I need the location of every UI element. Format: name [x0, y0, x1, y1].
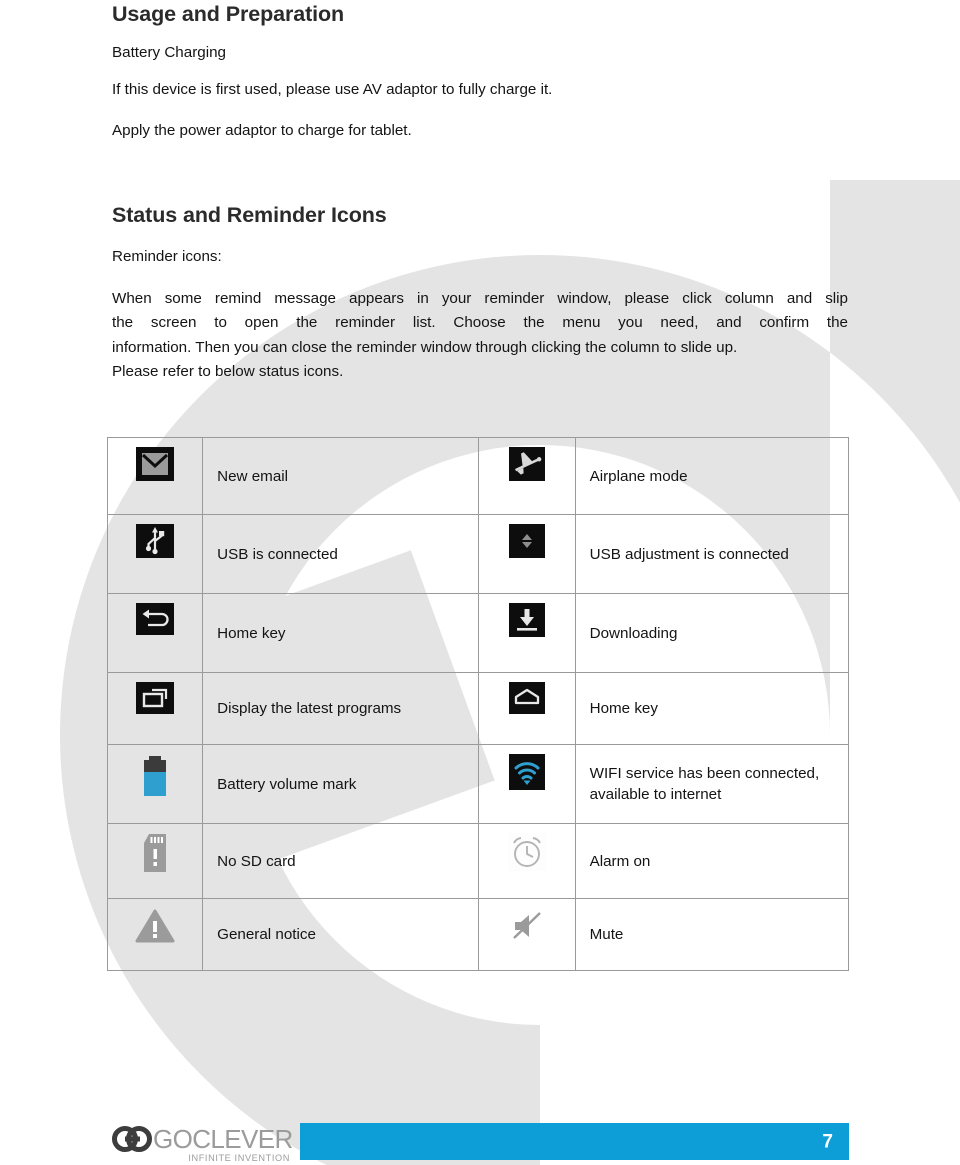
label-cell: No SD card	[202, 823, 480, 899]
icon-label: Battery volume mark	[217, 775, 357, 793]
icon-label: Display the latest programs	[217, 700, 402, 717]
icon-cell	[106, 437, 204, 515]
icon-label: General notice	[217, 926, 316, 943]
label-cell: USB adjustment is connected	[574, 514, 850, 594]
recent-apps-icon	[136, 682, 175, 714]
battery-icon	[144, 756, 167, 796]
label-cell: Display the latest programs	[202, 672, 480, 745]
table-row: Battery volume mark WIFI service has bee…	[106, 744, 850, 824]
icon-cell	[478, 672, 576, 745]
download-icon	[509, 603, 546, 637]
icon-cell	[478, 593, 576, 673]
email-icon	[136, 447, 175, 481]
icon-cell	[478, 437, 576, 515]
status-icons-table: New email Airplane mode USB is connected…	[106, 437, 850, 971]
label-cell: Home key	[202, 593, 480, 673]
icon-label: Airplane mode	[589, 467, 688, 485]
icon-cell	[478, 898, 576, 971]
paragraph-av-adaptor: If this device is first used, please use…	[112, 81, 553, 98]
icon-cell	[106, 672, 204, 745]
no-sd-card-icon	[144, 834, 167, 872]
icon-cell	[106, 514, 204, 594]
icon-cell	[106, 744, 204, 824]
icon-label: Downloading	[589, 624, 678, 642]
label-cell: Battery volume mark	[202, 744, 480, 824]
page-footer: GOCLEVER INFINITE INVENTION 7	[0, 1118, 960, 1165]
icon-label: No SD card	[217, 852, 296, 870]
subheading-battery-charging: Battery Charging	[112, 44, 226, 61]
label-cell: USB is connected	[202, 514, 480, 594]
page-title: Usage and Preparation	[112, 2, 345, 26]
table-row: USB is connected USB adjustment is conne…	[106, 514, 850, 594]
icon-cell	[478, 823, 576, 899]
table-row: New email Airplane mode	[106, 437, 850, 515]
icon-cell	[478, 514, 576, 594]
icon-label: New email	[217, 467, 289, 485]
goclever-logo: GOCLEVER INFINITE INVENTION	[112, 1124, 292, 1163]
logo-tagline: INFINITE INVENTION	[188, 1153, 290, 1163]
subheading-reminder-icons: Reminder icons:	[112, 248, 222, 265]
label-cell: New email	[202, 437, 480, 515]
paragraph-line-4: Please refer to below status icons.	[112, 363, 344, 381]
table-row: Display the latest programs Home key	[106, 672, 850, 745]
icon-label: WIFI service has been connected, availab…	[589, 765, 820, 803]
icon-cell	[478, 744, 576, 824]
general-notice-icon	[135, 909, 175, 943]
icon-label: Alarm on	[589, 852, 651, 870]
table-row: No SD card Alarm on	[106, 823, 850, 899]
airplane-mode-icon	[509, 447, 546, 481]
paragraph-power-adaptor: Apply the power adaptor to charge for ta…	[112, 122, 412, 139]
back-arrow-icon	[136, 603, 175, 635]
usb-adjustment-icon	[509, 524, 546, 558]
mute-icon	[513, 912, 541, 939]
table-row: General notice Mute	[106, 898, 850, 971]
page-number: 7	[822, 1131, 833, 1152]
icon-label: USB adjustment is connected	[589, 545, 789, 563]
icon-label: Mute	[589, 926, 624, 943]
label-cell: General notice	[202, 898, 480, 971]
icon-label: Home key	[217, 624, 286, 642]
label-cell: Airplane mode	[574, 437, 850, 515]
section-title-status-reminder-icons: Status and Reminder Icons	[112, 203, 387, 227]
icon-label: Home key	[589, 700, 658, 717]
table-row: Home key Downloading	[106, 593, 850, 673]
alarm-clock-icon	[508, 833, 547, 871]
icon-cell	[106, 593, 204, 673]
label-cell: Alarm on	[574, 823, 850, 899]
label-cell: WIFI service has been connected, availab…	[574, 744, 850, 824]
usb-icon	[136, 524, 175, 558]
paragraph-line-3: information. Then you can close the remi…	[112, 338, 738, 356]
icon-cell	[106, 898, 204, 971]
footer-accent-bar: 7	[300, 1123, 849, 1160]
logo-go-mark	[112, 1126, 152, 1152]
logo-wordmark: GOCLEVER	[153, 1124, 292, 1154]
label-cell: Home key	[574, 672, 850, 745]
home-icon	[509, 682, 546, 714]
reminder-instructions-paragraph: When some remind message appears in your…	[112, 287, 848, 385]
label-cell: Mute	[574, 898, 850, 971]
icon-cell	[106, 823, 204, 899]
wifi-icon	[509, 754, 546, 790]
label-cell: Downloading	[574, 593, 850, 673]
paragraph-line-1: When some remind message appears in your…	[112, 290, 848, 307]
icon-label: USB is connected	[217, 545, 338, 563]
paragraph-line-2: the screen to open the reminder list. Ch…	[112, 314, 848, 332]
